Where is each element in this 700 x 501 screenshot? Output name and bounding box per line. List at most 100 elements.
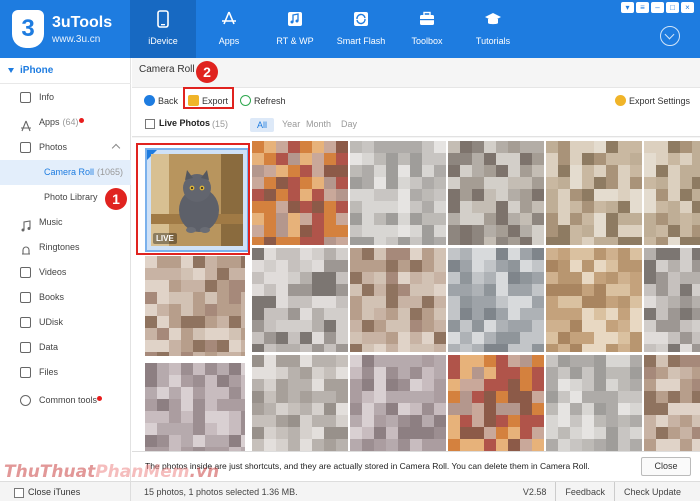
export-settings-button[interactable]: Export Settings <box>614 92 690 110</box>
blur-pixel <box>205 268 217 280</box>
refresh-button[interactable]: Refresh <box>240 92 286 110</box>
blur-pixel <box>448 344 460 352</box>
live-photos-checkbox[interactable] <box>145 118 155 129</box>
apps-icon <box>20 117 31 132</box>
sidebar-item-info[interactable]: Info <box>0 85 131 110</box>
minimize-icon[interactable]: – <box>651 2 664 13</box>
photo-thumbnail[interactable] <box>448 248 544 352</box>
blur-pixel <box>692 213 700 225</box>
photo-thumbnail[interactable] <box>252 355 348 451</box>
blur-pixel <box>618 153 630 165</box>
sidebar-item-common-tools[interactable]: Common tools <box>0 388 131 413</box>
filter-month-tab[interactable]: Month <box>306 119 331 129</box>
blur-pixel <box>422 355 434 367</box>
photo-thumbnail[interactable] <box>546 355 642 451</box>
photo-thumbnail[interactable] <box>644 141 700 245</box>
photo-thumbnail[interactable] <box>448 141 544 245</box>
menu-icon[interactable]: ≡ <box>636 2 649 13</box>
blur-pixel <box>398 415 410 427</box>
nav-tutorials[interactable]: Tutorials <box>460 0 526 58</box>
sidebar-item-data[interactable]: Data <box>0 335 131 360</box>
check-update-link[interactable]: Check Update <box>613 482 690 501</box>
photo-thumbnail[interactable] <box>350 248 446 352</box>
close-window-icon[interactable]: × <box>681 2 694 13</box>
blur-pixel <box>644 284 656 296</box>
back-button[interactable]: Back <box>144 92 178 110</box>
device-header[interactable]: iPhone <box>0 58 131 84</box>
photo-thumbnail[interactable] <box>644 248 700 352</box>
download-icon[interactable] <box>660 26 680 46</box>
nav-smart-flash[interactable]: Smart Flash <box>328 0 394 58</box>
blur-pixel <box>618 355 630 367</box>
sidebar-item-udisk[interactable]: UDisk <box>0 310 131 335</box>
nav-toolbox[interactable]: Toolbox <box>394 0 460 58</box>
blur-pixel <box>558 355 570 367</box>
blur-pixel <box>386 415 398 427</box>
blur-pixel <box>336 284 348 296</box>
photo-thumbnail[interactable] <box>350 355 446 451</box>
blur-pixel <box>252 403 264 415</box>
blur-pixel <box>362 213 374 225</box>
filter-day-tab[interactable]: Day <box>341 119 357 129</box>
photo-thumbnail[interactable] <box>546 141 642 245</box>
photo-thumbnail[interactable] <box>145 363 245 451</box>
blur-pixel <box>288 355 300 367</box>
gear-icon <box>614 95 626 107</box>
photo-thumbnail[interactable] <box>252 248 348 352</box>
nav-rt-wp[interactable]: RT & WP <box>262 0 328 58</box>
live-photos-filter[interactable]: Live Photos <box>145 118 210 129</box>
sidebar-item-videos[interactable]: Videos <box>0 260 131 285</box>
photo-thumbnail[interactable] <box>546 248 642 352</box>
blur-pixel <box>264 415 276 427</box>
blur-pixel <box>398 403 410 415</box>
sidebar-item-label: Apps (64) <box>39 110 84 135</box>
close-button[interactable]: Close <box>641 457 691 476</box>
blur-pixel <box>386 439 398 451</box>
blur-pixel <box>229 316 241 328</box>
blur-pixel <box>594 344 606 352</box>
blur-pixel <box>362 391 374 403</box>
photo-thumbnail[interactable] <box>145 256 245 356</box>
blur-pixel <box>460 439 472 451</box>
blur-pixel <box>582 165 594 177</box>
sidebar-item-files[interactable]: Files <box>0 360 131 385</box>
blur-pixel <box>300 308 312 320</box>
blur-pixel <box>386 248 398 260</box>
skin-icon[interactable]: ▾ <box>621 2 634 13</box>
blur-pixel <box>169 387 181 399</box>
blur-pixel <box>606 225 618 237</box>
blur-pixel <box>472 415 484 427</box>
sidebar-item-books[interactable]: Books <box>0 285 131 310</box>
blur-pixel <box>386 391 398 403</box>
photo-thumbnail[interactable] <box>252 141 348 245</box>
sidebar-item-photos[interactable]: Photos <box>0 135 131 160</box>
blur-pixel <box>496 355 508 367</box>
blur-pixel <box>362 355 374 367</box>
photo-thumbnail[interactable] <box>448 355 544 451</box>
nav-idevice[interactable]: iDevice <box>130 0 196 58</box>
blur-pixel <box>656 284 668 296</box>
photo-thumbnail[interactable] <box>350 141 446 245</box>
blur-pixel <box>484 284 496 296</box>
maximize-icon[interactable]: □ <box>666 2 679 13</box>
blur-pixel <box>460 308 472 320</box>
blur-pixel <box>656 308 668 320</box>
blur-pixel <box>546 165 558 177</box>
blur-pixel <box>193 340 205 352</box>
close-itunes-option[interactable]: Close iTunes <box>0 481 131 501</box>
filter-all-tab[interactable]: All <box>250 118 274 132</box>
blur-pixel <box>276 367 288 379</box>
sidebar-item-camera-roll[interactable]: Camera Roll (1065) <box>0 160 131 185</box>
sidebar-item-music[interactable]: Music <box>0 210 131 235</box>
close-itunes-checkbox[interactable] <box>14 487 24 498</box>
nav-apps[interactable]: Apps <box>196 0 262 58</box>
feedback-link[interactable]: Feedback <box>555 482 614 501</box>
blur-pixel <box>484 344 496 352</box>
photo-thumbnail[interactable] <box>644 355 700 451</box>
sidebar-item-ringtones[interactable]: Ringtones <box>0 235 131 260</box>
filter-year-tab[interactable]: Year <box>282 119 300 129</box>
sidebar-item-apps[interactable]: Apps (64) <box>0 110 131 135</box>
blur-pixel <box>508 403 520 415</box>
blur-pixel <box>558 332 570 344</box>
graduation-cap-icon <box>485 13 501 25</box>
